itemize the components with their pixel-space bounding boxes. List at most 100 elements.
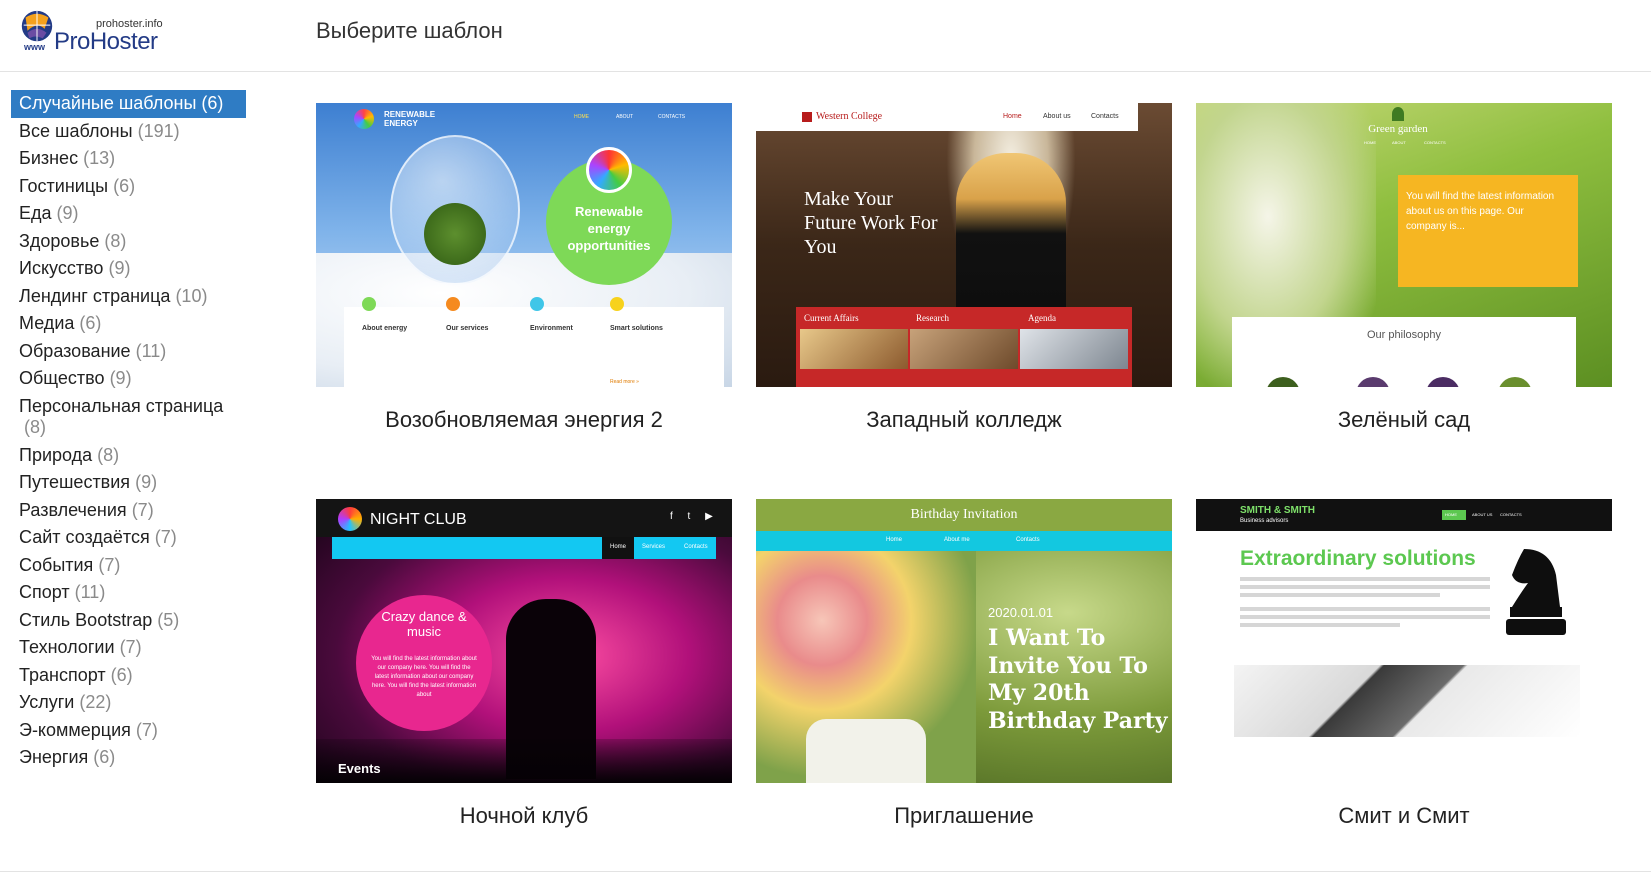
sidebar-item-count: (191) — [137, 120, 180, 141]
sidebar-item-society[interactable]: Общество (9) — [11, 365, 246, 393]
thumb-brand: NIGHT CLUB — [370, 511, 467, 528]
thumb-subtitle: Business advisors — [1240, 518, 1289, 524]
template-thumbnail[interactable]: Western College Home About us Contacts M… — [756, 103, 1172, 387]
sidebar-item-entertainment[interactable]: Развлечения (7) — [11, 497, 246, 525]
sidebar-item-under-construction[interactable]: Сайт создаётся (7) — [11, 524, 246, 552]
sidebar-item-count: (7) — [131, 499, 154, 520]
thumb-nav-item: CONTACTS — [658, 114, 686, 120]
sidebar-item-count: (7) — [98, 554, 121, 575]
sidebar-item-personal[interactable]: Персональная страница (8) — [11, 393, 246, 442]
sidebar-item-count: (11) — [135, 340, 167, 361]
college-logo-icon — [802, 112, 812, 122]
thumb-nav-item: Home — [610, 544, 627, 550]
thumb-brand: Birthday Invitation — [910, 507, 1018, 522]
tab-label: Current Affairs — [804, 313, 859, 323]
sidebar-item-label: События — [19, 554, 94, 575]
template-card[interactable]: Green garden HOME ABOUT CONTACTS You wil… — [1196, 103, 1612, 432]
template-card[interactable]: Birthday Invitation Home About me Contac… — [756, 499, 1172, 828]
sidebar-item-label: Услуги — [19, 692, 75, 712]
event-date: 2020.01.01 — [988, 605, 1054, 620]
sidebar-item-count: (6) — [201, 93, 224, 113]
features-panel — [344, 307, 724, 387]
sidebar-item-count: (9) — [109, 368, 132, 388]
sidebar-item-label: Образование — [19, 340, 131, 361]
template-title[interactable]: Возобновляемая энергия 2 — [316, 407, 732, 433]
sidebar-item-art[interactable]: Искусство (9) — [11, 255, 246, 283]
sidebar-item-label: Природа — [19, 444, 93, 465]
sidebar-item-nature[interactable]: Природа (8) — [11, 442, 246, 470]
template-thumbnail[interactable]: SMITH & SMITH Business advisors HOME ABO… — [1196, 499, 1612, 783]
logo-www: www — [24, 42, 46, 52]
sidebar-item-food[interactable]: Еда (9) — [11, 200, 246, 228]
template-title[interactable]: Зелёный сад — [1196, 407, 1612, 433]
sidebar-item-services[interactable]: Услуги (22) — [11, 689, 246, 717]
sidebar-item-ecommerce[interactable]: Э-коммерция (7) — [11, 717, 246, 745]
sidebar-item-label: Здоровье — [19, 230, 100, 251]
template-title[interactable]: Смит и Смит — [1196, 803, 1612, 829]
footer-divider — [0, 871, 1651, 872]
sidebar-item-business[interactable]: Бизнес (13) — [11, 145, 246, 173]
brand-icon — [354, 109, 374, 129]
sidebar-item-label: Сайт создаётся — [19, 527, 150, 547]
sidebar-item-label: Персональная страница — [19, 395, 224, 416]
tree-image — [424, 203, 486, 265]
template-title[interactable]: Западный колледж — [756, 407, 1172, 433]
books-image — [800, 329, 908, 369]
vase-image — [806, 719, 926, 783]
prohoster-logo[interactable]: prohoster.info www ProHoster — [18, 8, 168, 58]
sidebar-item-count: (10) — [175, 285, 208, 306]
template-card[interactable]: Western College Home About us Contacts M… — [756, 103, 1172, 432]
sidebar-item-sport[interactable]: Спорт (11) — [11, 579, 246, 607]
thumb-nav-item: Contacts — [1016, 537, 1040, 543]
social-icons: f t ▶ — [670, 511, 719, 522]
sidebar-item-events[interactable]: События (7) — [11, 552, 246, 580]
template-thumbnail[interactable]: Birthday Invitation Home About me Contac… — [756, 499, 1172, 783]
sidebar-item-random[interactable]: Случайные шаблоны (6) — [11, 90, 246, 118]
thumb-nav-item: HOME — [1445, 512, 1457, 517]
thumb-nav-item: Home — [1003, 113, 1022, 120]
page-title: Выберите шаблон — [316, 18, 503, 43]
sidebar-item-education[interactable]: Образование (11) — [11, 338, 246, 366]
brand-icon — [338, 507, 362, 531]
bubble-text: Renewable energy opportunities — [567, 204, 651, 253]
sidebar-item-landing[interactable]: Лендинг страница (10) — [11, 283, 246, 311]
sidebar-item-health[interactable]: Здоровье (8) — [11, 228, 246, 256]
sidebar-item-transport[interactable]: Транспорт (6) — [11, 662, 246, 690]
template-thumbnail[interactable]: NIGHT CLUB f t ▶ Home Services Contacts … — [316, 499, 732, 783]
sidebar-item-label: Развлечения — [19, 499, 127, 520]
chess-knight-icon — [1506, 549, 1566, 635]
template-card[interactable]: RENEWABLE ENERGY HOME ABOUT CONTACTS Ren… — [316, 103, 732, 432]
circle-title: Crazy dance & music — [381, 609, 467, 639]
feature-dot — [610, 297, 624, 311]
sidebar-item-label: Энергия — [19, 747, 89, 767]
sidebar-item-all[interactable]: Все шаблоны (191) — [11, 118, 246, 146]
template-card[interactable]: SMITH & SMITH Business advisors HOME ABO… — [1196, 499, 1612, 828]
text-line — [1240, 577, 1490, 581]
events-label: Events — [338, 761, 381, 776]
template-thumbnail[interactable]: RENEWABLE ENERGY HOME ABOUT CONTACTS Ren… — [316, 103, 732, 387]
sidebar-item-count: (13) — [83, 148, 116, 168]
laptop-image — [1020, 329, 1128, 369]
sidebar-item-count: (8) — [97, 444, 120, 465]
sidebar-item-label: Бизнес — [19, 148, 79, 168]
sidebar-item-count: (6) — [93, 747, 116, 767]
template-title[interactable]: Приглашение — [756, 803, 1172, 829]
sidebar-item-label: Общество — [19, 368, 105, 388]
template-thumbnail[interactable]: Green garden HOME ABOUT CONTACTS You wil… — [1196, 103, 1612, 387]
info-box-text: You will find the latest information abo… — [1406, 191, 1555, 232]
sidebar-item-hotels[interactable]: Гостиницы (6) — [11, 173, 246, 201]
tab-label: Research — [916, 313, 949, 323]
sidebar-item-count: (11) — [74, 582, 106, 602]
calculator-pen-image — [1234, 665, 1580, 737]
sidebar-item-energy[interactable]: Энергия (6) — [11, 744, 246, 772]
sidebar-item-bootstrap[interactable]: Стиль Bootstrap (5) — [11, 607, 246, 635]
feature-dot — [446, 297, 460, 311]
sidebar-item-count: (6) — [110, 664, 133, 685]
sidebar-item-travel[interactable]: Путешествия (9) — [11, 469, 246, 497]
template-title[interactable]: Ночной клуб — [316, 803, 732, 829]
sidebar-item-technology[interactable]: Технологии (7) — [11, 634, 246, 662]
template-card[interactable]: NIGHT CLUB f t ▶ Home Services Contacts … — [316, 499, 732, 828]
sidebar-item-media[interactable]: Медиа (6) — [11, 310, 246, 338]
header: prohoster.info www ProHoster Выберите ша… — [0, 0, 1651, 72]
feature-title: Smart solutions — [610, 325, 663, 332]
